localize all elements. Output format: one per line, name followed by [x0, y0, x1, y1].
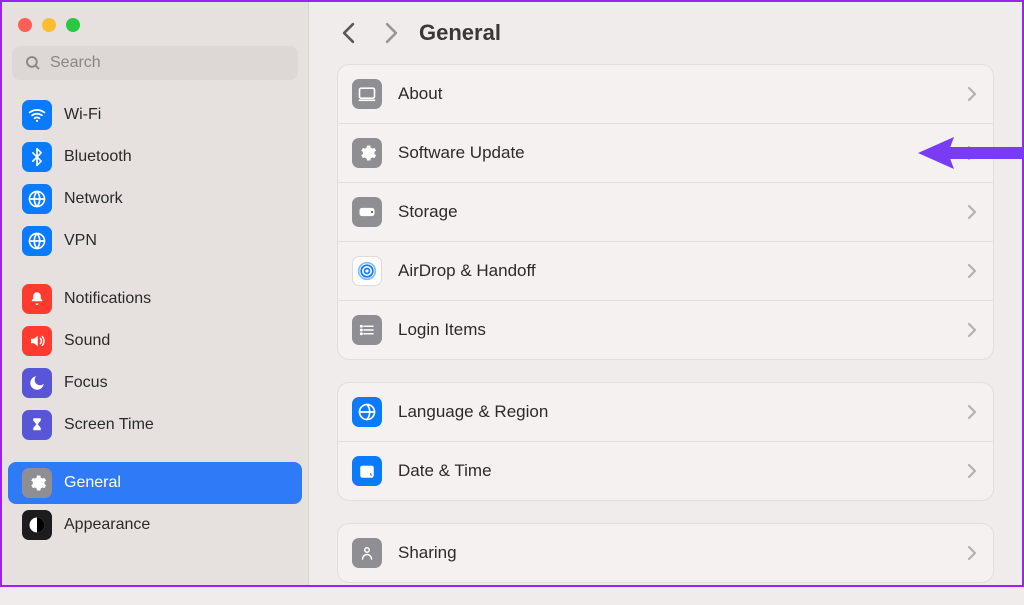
sidebar-item-label: Bluetooth	[64, 148, 132, 166]
sidebar-item-label: Network	[64, 190, 123, 208]
sidebar-list: Wi-Fi Bluetooth Network VPN Notification…	[2, 92, 308, 548]
chevron-right-icon	[967, 545, 977, 561]
main-pane: General About Software Update Storage Ai…	[309, 2, 1022, 585]
settings-row-label: Language & Region	[398, 402, 951, 422]
settings-row-date-time[interactable]: Date & Time	[338, 442, 993, 500]
settings-card: About Software Update Storage AirDrop & …	[337, 64, 994, 360]
sidebar-item-focus[interactable]: Focus	[8, 362, 302, 404]
sidebar-item-label: Screen Time	[64, 416, 154, 434]
globe-flag-icon	[352, 397, 382, 427]
settings-sections: About Software Update Storage AirDrop & …	[337, 64, 994, 605]
settings-row-label: Login Items	[398, 320, 951, 340]
chevron-right-icon	[967, 145, 977, 161]
sharing-icon	[352, 538, 382, 568]
sidebar-item-label: Appearance	[64, 516, 150, 534]
sidebar-item-screen-time[interactable]: Screen Time	[8, 404, 302, 446]
speaker-icon	[22, 326, 52, 356]
gear-icon	[352, 138, 382, 168]
sidebar-item-label: Sound	[64, 332, 110, 350]
settings-row-sharing[interactable]: Sharing	[338, 524, 993, 582]
sidebar-item-wi-fi[interactable]: Wi-Fi	[8, 94, 302, 136]
sidebar: Wi-Fi Bluetooth Network VPN Notification…	[2, 2, 309, 585]
header: General	[337, 14, 994, 64]
sidebar-item-sound[interactable]: Sound	[8, 320, 302, 362]
chevron-right-icon	[967, 86, 977, 102]
chevron-right-icon	[967, 322, 977, 338]
window-maximize-button[interactable]	[66, 18, 80, 32]
network-icon	[22, 184, 52, 214]
chevron-right-icon	[967, 204, 977, 220]
calendar-icon	[352, 456, 382, 486]
sidebar-item-notifications[interactable]: Notifications	[8, 278, 302, 320]
settings-row-airdrop-handoff[interactable]: AirDrop & Handoff	[338, 242, 993, 301]
settings-row-software-update[interactable]: Software Update	[338, 124, 993, 183]
list-icon	[352, 315, 382, 345]
settings-card: Sharing	[337, 523, 994, 583]
nav-forward-button[interactable]	[384, 22, 399, 44]
settings-row-login-items[interactable]: Login Items	[338, 301, 993, 359]
search-icon	[24, 54, 42, 72]
settings-row-label: About	[398, 84, 951, 104]
sidebar-item-label: Focus	[64, 374, 108, 392]
window-controls	[2, 12, 308, 46]
wifi-icon	[22, 100, 52, 130]
storage-icon	[352, 197, 382, 227]
settings-row-language-region[interactable]: Language & Region	[338, 383, 993, 442]
bell-icon	[22, 284, 52, 314]
settings-row-storage[interactable]: Storage	[338, 183, 993, 242]
window-close-button[interactable]	[18, 18, 32, 32]
settings-row-about[interactable]: About	[338, 65, 993, 124]
chevron-right-icon	[967, 463, 977, 479]
chevron-right-icon	[967, 263, 977, 279]
sidebar-item-appearance[interactable]: Appearance	[8, 504, 302, 546]
appearance-icon	[22, 510, 52, 540]
vpn-icon	[22, 226, 52, 256]
search-field[interactable]	[12, 46, 298, 80]
bluetooth-icon	[22, 142, 52, 172]
page-title: General	[419, 20, 501, 46]
settings-row-label: Storage	[398, 202, 951, 222]
sidebar-item-general[interactable]: General	[8, 462, 302, 504]
hourglass-icon	[22, 410, 52, 440]
nav-back-button[interactable]	[341, 22, 356, 44]
settings-row-label: AirDrop & Handoff	[398, 261, 951, 281]
moon-icon	[22, 368, 52, 398]
settings-row-label: Software Update	[398, 143, 951, 163]
sidebar-item-bluetooth[interactable]: Bluetooth	[8, 136, 302, 178]
settings-row-label: Sharing	[398, 543, 951, 563]
chevron-right-icon	[967, 404, 977, 420]
window-minimize-button[interactable]	[42, 18, 56, 32]
sidebar-item-vpn[interactable]: VPN	[8, 220, 302, 262]
sidebar-item-network[interactable]: Network	[8, 178, 302, 220]
settings-card: Language & Region Date & Time	[337, 382, 994, 501]
sidebar-item-label: VPN	[64, 232, 97, 250]
sidebar-item-label: Wi-Fi	[64, 106, 101, 124]
sidebar-item-label: General	[64, 474, 121, 492]
airdrop-icon	[352, 256, 382, 286]
about-icon	[352, 79, 382, 109]
sidebar-item-label: Notifications	[64, 290, 151, 308]
gear-icon	[22, 468, 52, 498]
search-input[interactable]	[50, 54, 286, 72]
settings-row-label: Date & Time	[398, 461, 951, 481]
